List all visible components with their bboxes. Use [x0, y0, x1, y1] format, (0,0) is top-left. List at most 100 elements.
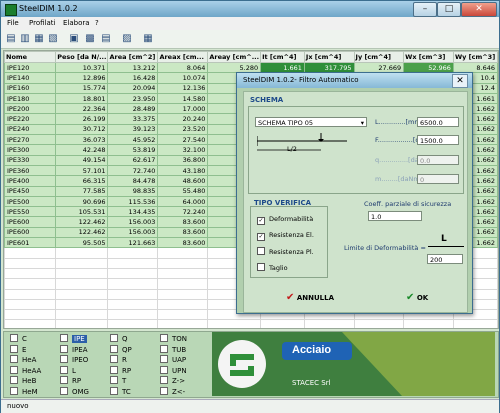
col-header[interactable]: Areax [cm...	[157, 51, 209, 63]
profile-type-checkbox[interactable]: QP	[110, 344, 132, 354]
table-cell[interactable]: 22.364	[55, 103, 109, 115]
menu-help[interactable]: ?	[95, 19, 99, 27]
new-icon[interactable]: ▤	[5, 33, 17, 45]
table-cell[interactable]: 13.212	[107, 61, 159, 74]
profile-type-checkbox[interactable]: TUB	[160, 344, 186, 354]
table-cell[interactable]: 33.375	[107, 113, 159, 125]
table-cell[interactable]: 156.003	[107, 216, 159, 228]
table-cell[interactable]: 156.003	[107, 226, 159, 239]
check-taglio[interactable]: Taglio	[257, 263, 288, 272]
col-header[interactable]: Wx [cm^3]	[403, 51, 454, 63]
profile-type-checkbox[interactable]: IPEA	[60, 344, 88, 354]
profile-type-checkbox[interactable]: UAP	[160, 355, 186, 364]
schema-select[interactable]: SCHEMA TIPO 05 ▾	[255, 117, 367, 127]
open-icon[interactable]: ▥	[19, 33, 31, 45]
table-cell[interactable]: IPE160	[4, 82, 57, 94]
table-cell[interactable]: IPE450	[4, 185, 57, 197]
menu-profilati[interactable]: Profilati	[29, 19, 55, 27]
table-cell[interactable]: 122.462	[55, 216, 109, 228]
table-cell[interactable]: 42.248	[55, 144, 109, 156]
table-cell[interactable]: 15.774	[55, 82, 109, 94]
profile-type-checkbox[interactable]: E	[10, 344, 26, 354]
table-cell[interactable]: 62.617	[107, 154, 159, 166]
table-cell[interactable]: IPE180	[4, 92, 57, 105]
profile-type-checkbox[interactable]: RP	[60, 376, 81, 385]
document-icon[interactable]: ▤	[100, 33, 112, 45]
maximize-button[interactable]: □	[437, 2, 461, 17]
minimize-button[interactable]: –	[413, 2, 437, 17]
table-cell[interactable]: 55.480	[157, 185, 209, 197]
table-cell[interactable]: 49.154	[55, 154, 109, 166]
table-cell[interactable]: 8.064	[157, 61, 209, 74]
col-header[interactable]: It [cm^4]	[260, 51, 305, 63]
table-cell[interactable]: IPE300	[4, 144, 57, 156]
check-resistenza-pl[interactable]: Resistenza Pl.	[257, 247, 314, 256]
profile-type-checkbox[interactable]: T	[110, 376, 126, 385]
q-input[interactable]: 0.0	[417, 155, 459, 165]
dialog-title-bar[interactable]: SteelDIM 1.0.2- Filtro Automatico ✕	[237, 73, 472, 88]
table-cell[interactable]: IPE360	[4, 164, 57, 177]
profile-type-checkbox[interactable]: HeA	[10, 355, 36, 364]
print-icon[interactable]: ▧	[47, 33, 59, 45]
table-cell[interactable]: IPE400	[4, 175, 57, 187]
deform-input[interactable]: 200	[427, 254, 463, 264]
cancel-button[interactable]: ✔ ANNULLA	[286, 292, 334, 303]
table-cell[interactable]: 98.835	[107, 185, 159, 197]
table-cell[interactable]: IPE550	[4, 206, 57, 218]
col-header[interactable]: Peso [da N/...	[55, 51, 109, 63]
profile-type-checkbox[interactable]: HeAA	[10, 365, 41, 375]
l-input[interactable]: 6500.0	[417, 117, 459, 127]
table-cell[interactable]: 20.240	[157, 113, 209, 125]
table-cell[interactable]: 30.712	[55, 123, 109, 136]
coeff-input[interactable]: 1.0	[368, 211, 422, 221]
settings-icon[interactable]: ▦	[142, 33, 154, 45]
table-cell[interactable]: 83.600	[157, 237, 209, 249]
ok-button[interactable]: ✔ OK	[406, 292, 428, 303]
title-bar[interactable]: SteelDIM 1.0.2 – □ ✕	[1, 1, 499, 17]
profile-type-checkbox[interactable]: HeM	[10, 386, 38, 396]
table-cell[interactable]: IPE220	[4, 113, 57, 125]
profile-type-checkbox[interactable]: IPEO	[60, 355, 88, 364]
profile-type-checkbox[interactable]: IPE	[60, 334, 87, 343]
table-cell[interactable]: 26.199	[55, 113, 109, 125]
profile-type-checkbox[interactable]: TC	[110, 386, 131, 396]
col-header[interactable]: Wy [cm^3]	[452, 51, 498, 63]
menu-elabora[interactable]: Elabora	[63, 19, 90, 27]
table-cell[interactable]: 32.100	[157, 144, 209, 156]
table-cell[interactable]: 16.428	[107, 72, 159, 84]
m-input[interactable]: 0	[417, 174, 459, 184]
col-header[interactable]: Area [cm^2]	[107, 51, 159, 63]
table-cell[interactable]: IPE270	[4, 134, 57, 146]
table-cell[interactable]: 18.801	[55, 92, 109, 105]
profile-type-checkbox[interactable]: C	[10, 334, 27, 343]
profile-type-checkbox[interactable]: RP	[110, 365, 131, 375]
profile-type-checkbox[interactable]: OMG	[60, 386, 89, 396]
check-resistenza-el[interactable]: ✓ Resistenza El.	[257, 231, 314, 241]
table-cell[interactable]: IPE600	[4, 216, 57, 228]
profile-type-checkbox[interactable]: L	[60, 365, 76, 375]
table-cell[interactable]: 48.600	[157, 175, 209, 187]
table-cell[interactable]: 95.505	[55, 237, 109, 249]
col-header[interactable]: Jy [cm^4]	[353, 51, 405, 63]
dialog-close-button[interactable]: ✕	[452, 74, 468, 88]
profile-type-checkbox[interactable]: Z<-	[160, 386, 185, 396]
menu-file[interactable]: File	[7, 19, 19, 27]
table-cell[interactable]: IPE600	[4, 226, 57, 239]
table-cell[interactable]: 83.600	[157, 216, 209, 228]
table-cell[interactable]: IPE200	[4, 103, 57, 115]
table-cell[interactable]: 90.696	[55, 195, 109, 208]
col-header[interactable]: Areay [cm^...	[207, 51, 262, 63]
close-button[interactable]: ✕	[461, 2, 497, 17]
table-cell[interactable]: 28.489	[107, 103, 159, 115]
table-cell[interactable]: 17.000	[157, 103, 209, 115]
table-cell[interactable]: 10.074	[157, 72, 209, 84]
table-cell[interactable]: 45.952	[107, 134, 159, 146]
table-icon[interactable]: ▣	[68, 33, 80, 45]
table-cell[interactable]: IPE140	[4, 72, 57, 84]
table-cell[interactable]: 23.520	[157, 123, 209, 136]
table-cell[interactable]: IPE601	[4, 237, 57, 249]
table-cell[interactable]: 83.600	[157, 226, 209, 239]
table-cell[interactable]: 12.896	[55, 72, 109, 84]
table-cell[interactable]: 20.094	[107, 82, 159, 94]
table-cell[interactable]: 66.315	[55, 175, 109, 187]
